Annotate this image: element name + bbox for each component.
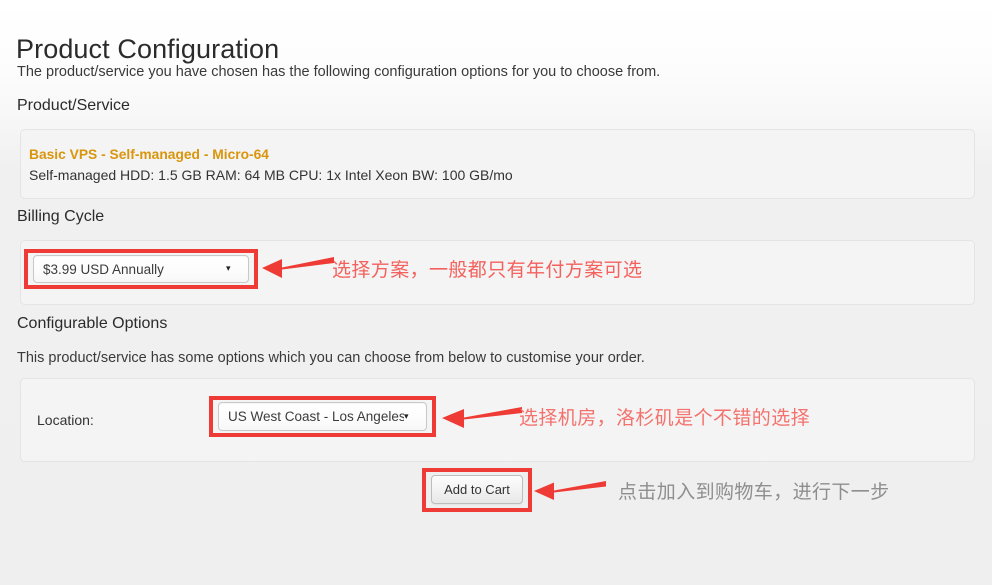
annotation-text-add-to-cart: 点击加入到购物车，进行下一步 — [618, 481, 890, 503]
section-label-billing-cycle: Billing Cycle — [17, 208, 105, 225]
annotation-arrow-add-to-cart — [534, 481, 606, 500]
highlight-box-location — [209, 396, 436, 437]
section-label-configurable-options: Configurable Options — [17, 315, 168, 332]
highlight-box-add-to-cart — [422, 468, 532, 512]
intro-description: The product/service you have chosen has … — [17, 64, 661, 80]
annotation-text-billing: 选择方案，一般都只有年付方案可选 — [332, 259, 643, 281]
location-label: Location: — [37, 412, 94, 428]
highlight-box-billing-cycle — [24, 249, 258, 289]
product-configuration-page: Product Configuration The product/servic… — [0, 0, 992, 585]
annotation-text-location: 选择机房，洛杉矶是个不错的选择 — [519, 407, 811, 429]
page-title: Product Configuration — [16, 34, 280, 65]
configurable-options-description: This product/service has some options wh… — [17, 350, 645, 366]
product-name: Basic VPS - Self-managed - Micro-64 — [29, 147, 269, 162]
section-label-product-service: Product/Service — [17, 97, 130, 114]
annotation-arrow-billing — [262, 257, 334, 278]
product-specs: Self-managed HDD: 1.5 GB RAM: 64 MB CPU:… — [29, 167, 513, 183]
annotation-arrow-location — [442, 407, 522, 428]
product-service-panel — [20, 129, 975, 199]
